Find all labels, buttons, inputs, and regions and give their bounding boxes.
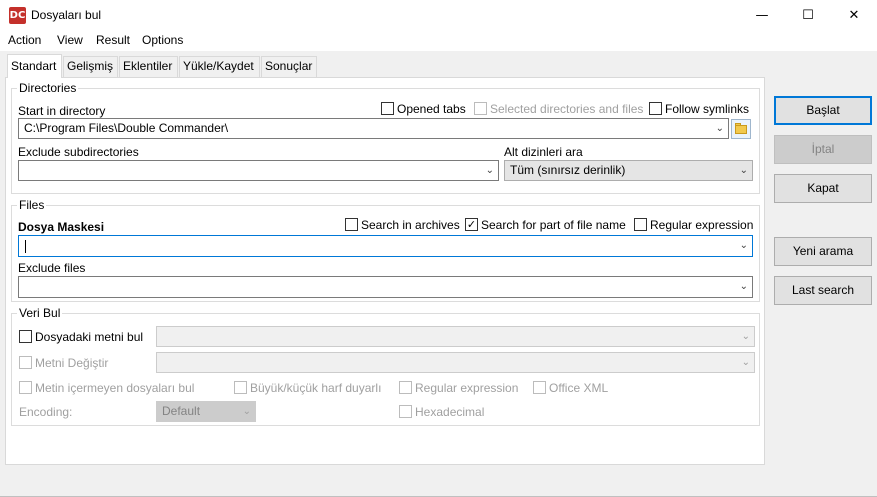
file-regex-label: Regular expression — [650, 218, 754, 232]
start-directory-value: C:\Program Files\Double Commander\ — [24, 121, 229, 135]
chevron-down-icon: ⌄ — [485, 165, 494, 176]
search-depth-value: Tüm (sınırsız derinlik) — [510, 163, 626, 177]
find-text-combo[interactable]: ⌄ — [156, 326, 755, 347]
chevron-down-icon: ⌄ — [739, 165, 748, 176]
opened-tabs-label: Opened tabs — [397, 102, 466, 116]
tab-yukle-kaydet[interactable]: Yükle/Kaydet — [179, 56, 260, 77]
search-depth-select[interactable]: Tüm (sınırsız derinlik) ⌄ — [504, 160, 753, 181]
menu-view[interactable]: View — [57, 33, 83, 47]
office-xml-checkbox[interactable] — [533, 381, 546, 394]
files-group-label: Files — [17, 198, 47, 212]
tab-eklentiler[interactable]: Eklentiler — [119, 56, 178, 77]
not-containing-checkbox[interactable] — [19, 381, 32, 394]
find-data-group-label: Veri Bul — [17, 306, 63, 320]
encoding-value: Default — [162, 404, 201, 418]
search-depth-label: Alt dizinleri ara — [504, 145, 583, 159]
browse-folder-button[interactable] — [731, 119, 751, 139]
close-button[interactable]: Kapat — [774, 174, 872, 203]
search-part-of-name-checkbox[interactable]: ✓ — [465, 218, 478, 231]
last-search-button[interactable]: Last search — [774, 276, 872, 305]
search-in-archives-label: Search in archives — [361, 218, 460, 232]
replace-text-checkbox[interactable] — [19, 356, 32, 369]
case-sensitive-checkbox[interactable] — [234, 381, 247, 394]
office-xml-label: Office XML — [549, 381, 609, 395]
search-in-archives-checkbox[interactable] — [345, 218, 358, 231]
app-icon: DC — [9, 7, 26, 24]
directories-group-label: Directories — [17, 81, 79, 95]
encoding-label: Encoding: — [19, 405, 73, 419]
not-containing-label: Metin içermeyen dosyaları bul — [35, 381, 195, 395]
chevron-down-icon: ⌄ — [715, 123, 724, 134]
opened-tabs-checkbox[interactable] — [381, 102, 394, 115]
replace-text-label: Metni Değiştir — [35, 356, 109, 370]
exclude-files-label: Exclude files — [18, 261, 86, 275]
search-part-of-name-label: Search for part of file name — [481, 218, 626, 232]
hexadecimal-checkbox[interactable] — [399, 405, 412, 418]
exclude-subdirectories-label: Exclude subdirectories — [18, 145, 139, 159]
data-regex-label: Regular expression — [415, 381, 519, 395]
text-caret — [25, 240, 26, 253]
file-mask-label: Dosya Maskesi — [18, 220, 105, 234]
chevron-down-icon: ⌄ — [739, 281, 748, 292]
encoding-select[interactable]: Default ⌄ — [156, 401, 256, 422]
chevron-down-icon: ⌄ — [739, 240, 748, 251]
hexadecimal-label: Hexadecimal — [415, 405, 485, 419]
start-button[interactable]: Başlat — [774, 96, 872, 125]
find-text-checkbox[interactable] — [19, 330, 32, 343]
menu-result[interactable]: Result — [96, 33, 130, 47]
close-window-button[interactable]: ✕ — [831, 0, 877, 31]
minimize-button[interactable]: — — [739, 0, 785, 31]
window-title: Dosyaları bul — [31, 8, 102, 22]
menu-action[interactable]: Action — [8, 33, 41, 47]
replace-text-combo[interactable]: ⌄ — [156, 352, 755, 373]
chevron-down-icon: ⌄ — [242, 406, 251, 417]
chevron-down-icon: ⌄ — [741, 357, 750, 368]
tab-gelismis[interactable]: Gelişmiş — [63, 56, 118, 77]
selected-directories-label: Selected directories and files — [490, 102, 644, 116]
exclude-subdirectories-combo[interactable]: ⌄ — [18, 160, 499, 181]
cancel-button[interactable]: İptal — [774, 135, 872, 164]
menu-options[interactable]: Options — [142, 33, 183, 47]
file-mask-combo[interactable]: ⌄ — [18, 235, 753, 257]
tab-standart[interactable]: Standart — [7, 54, 62, 78]
start-directory-label: Start in directory — [18, 104, 106, 118]
find-text-label: Dosyadaki metni bul — [35, 330, 144, 344]
maximize-button[interactable]: ☐ — [785, 0, 831, 31]
chevron-down-icon: ⌄ — [741, 331, 750, 342]
follow-symlinks-checkbox[interactable] — [649, 102, 662, 115]
data-regex-checkbox[interactable] — [399, 381, 412, 394]
start-directory-combo[interactable]: C:\Program Files\Double Commander\ ⌄ — [18, 118, 729, 139]
tab-sonuclar[interactable]: Sonuçlar — [261, 56, 317, 77]
exclude-files-combo[interactable]: ⌄ — [18, 276, 753, 298]
file-regex-checkbox[interactable] — [634, 218, 647, 231]
folder-icon — [735, 125, 747, 134]
new-search-button[interactable]: Yeni arama — [774, 237, 872, 266]
selected-directories-checkbox[interactable] — [474, 102, 487, 115]
follow-symlinks-label: Follow symlinks — [665, 102, 750, 116]
case-sensitive-label: Büyük/küçük harf duyarlı — [250, 381, 382, 395]
menu-bar — [0, 31, 877, 51]
